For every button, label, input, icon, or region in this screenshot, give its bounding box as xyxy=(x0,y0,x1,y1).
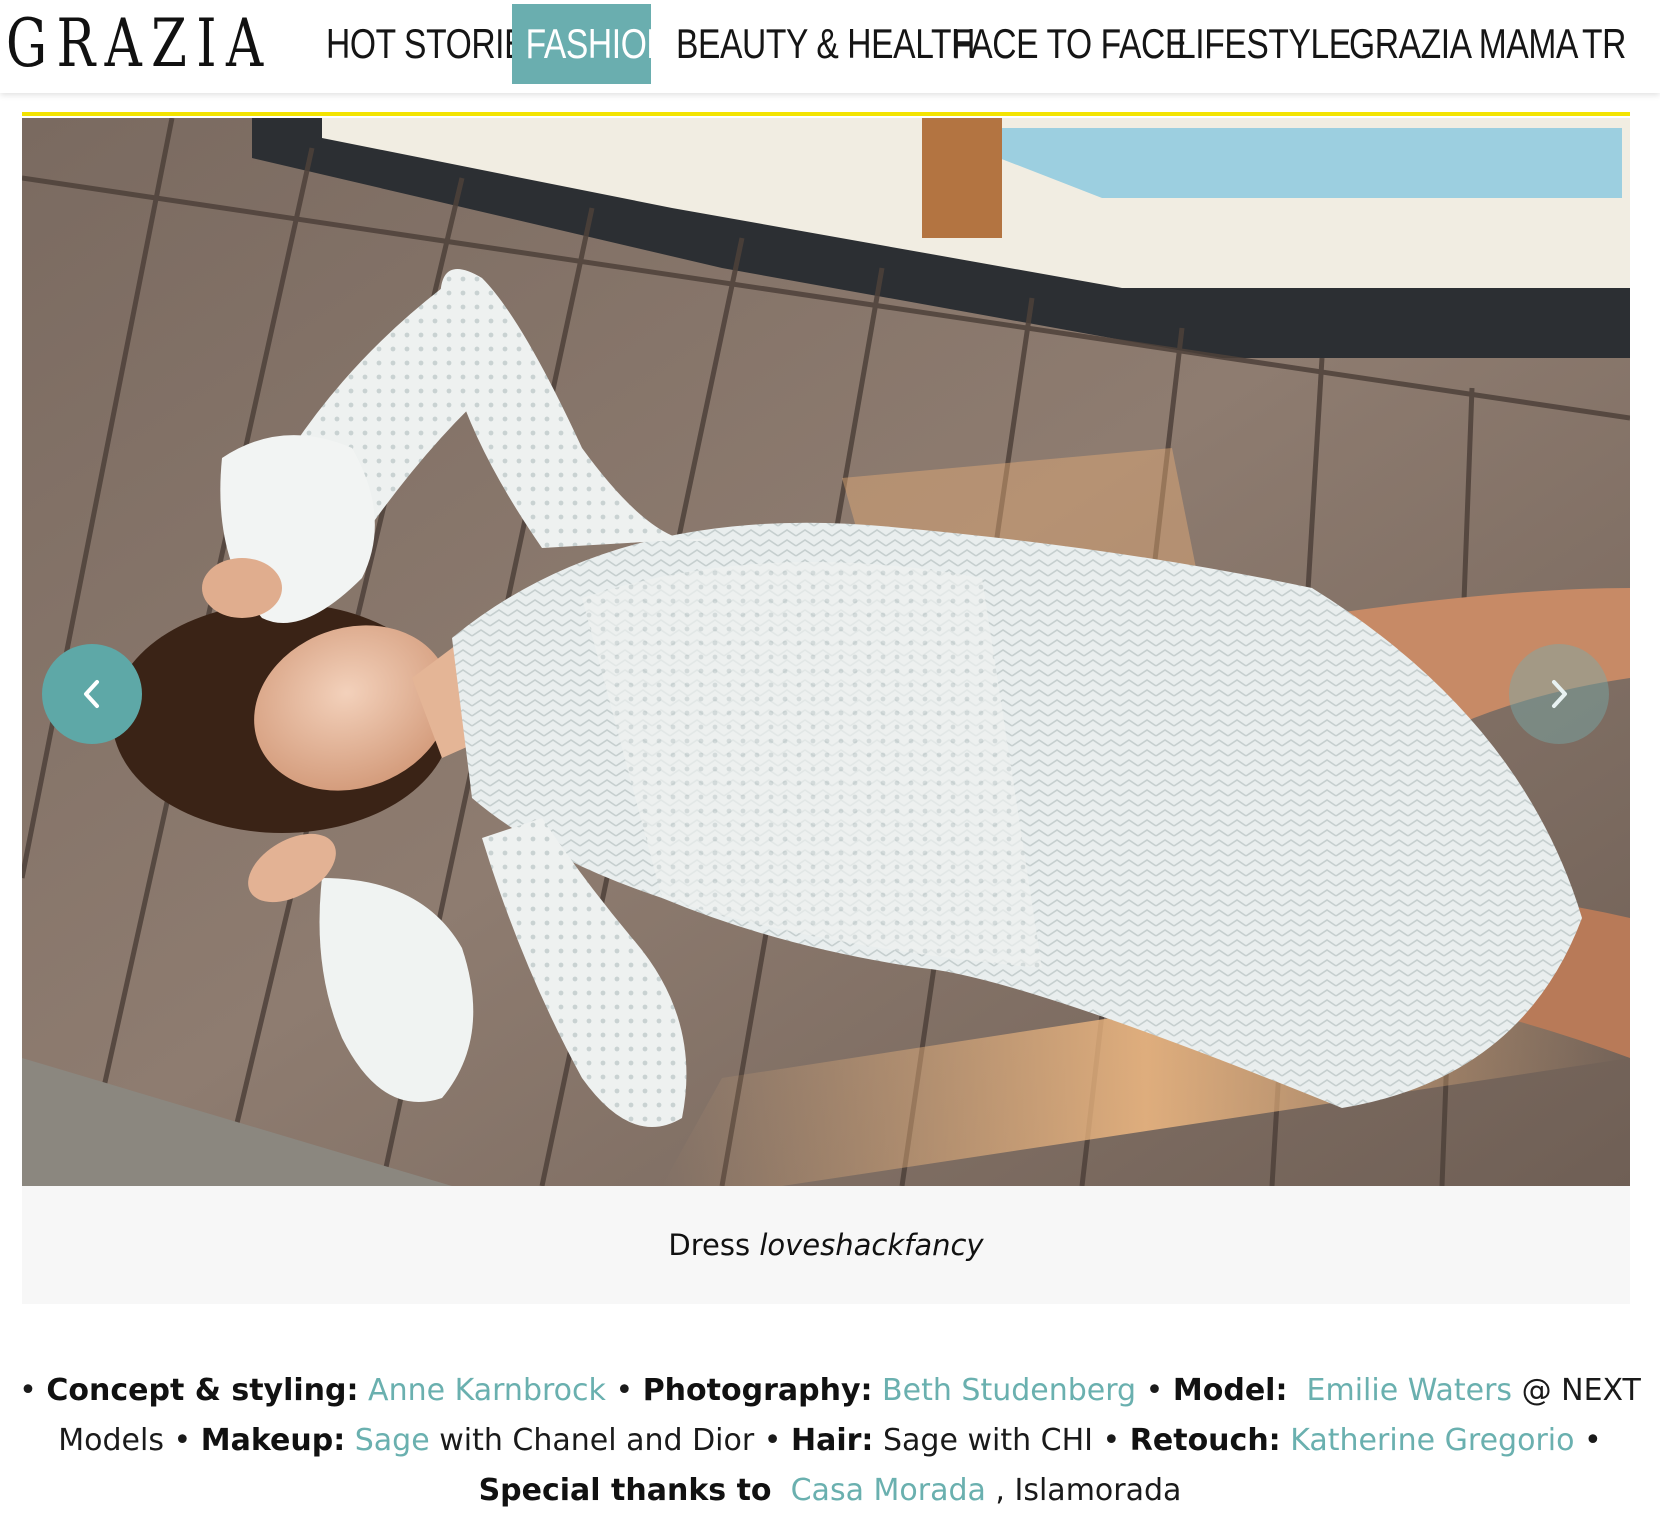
model-label: Model: xyxy=(1172,1373,1288,1408)
nav-label: HOT STORIES xyxy=(326,20,549,67)
bullet: • xyxy=(19,1373,37,1408)
bullet: • xyxy=(173,1423,192,1458)
hair-text: Sage with CHI xyxy=(882,1423,1093,1458)
concept-label: Concept & styling: xyxy=(46,1373,359,1408)
gallery-next-button[interactable] xyxy=(1509,644,1609,744)
photographer-link[interactable]: Beth Studenberg xyxy=(882,1373,1136,1408)
makeup-label: Makeup: xyxy=(200,1423,346,1458)
bullet: • xyxy=(763,1423,782,1458)
nav-label: LIFESTYLE xyxy=(1177,20,1351,67)
nav-item-grazia-mama[interactable]: GRAZIA MAMA xyxy=(1349,0,1582,93)
concept-link[interactable]: Anne Karnbrock xyxy=(368,1373,606,1408)
nav-label: TR xyxy=(1582,20,1626,67)
thanks-label: Special thanks to xyxy=(478,1473,772,1508)
nav-label: GRAZIA MAMA xyxy=(1349,20,1578,67)
gallery-photo xyxy=(22,118,1630,1186)
grazia-logo[interactable]: GRAZIA xyxy=(6,2,273,86)
nav-label: FASHION xyxy=(525,20,671,67)
caption-prefix: Dress xyxy=(668,1228,751,1262)
retouch-label: Retouch: xyxy=(1129,1423,1281,1458)
nav-item-lifestyle[interactable]: LIFESTYLE xyxy=(1177,0,1351,93)
nav-item-face-to-face[interactable]: FACE TO FACE xyxy=(952,0,1187,93)
photo-credits: • Concept & styling: Anne Karnbrock • Ph… xyxy=(18,1366,1642,1516)
model-link[interactable]: Emilie Waters xyxy=(1307,1373,1513,1408)
photo-label: Photography: xyxy=(642,1373,873,1408)
bullet: • xyxy=(1102,1423,1121,1458)
photo-gallery xyxy=(22,118,1630,1186)
photo-caption-box: Dress loveshackfancy xyxy=(22,1186,1630,1304)
thanks-place: , Islamorada xyxy=(995,1473,1182,1508)
bullet: • xyxy=(1584,1423,1602,1458)
bullet: • xyxy=(615,1373,634,1408)
makeup-text: with Chanel and Dior xyxy=(439,1423,755,1458)
nav-label: BEAUTY & HEALTH xyxy=(676,20,975,67)
caption-brand: loveshackfancy xyxy=(759,1228,984,1262)
nav-item-more[interactable]: TR xyxy=(1582,0,1642,93)
makeup-link[interactable]: Sage xyxy=(355,1423,430,1458)
accent-bar xyxy=(22,112,1630,116)
nav-item-fashion[interactable]: FASHION xyxy=(512,0,680,93)
nav-item-beauty-health[interactable]: BEAUTY & HEALTH xyxy=(676,0,975,93)
main-nav: HOT STORIES FASHION BEAUTY & HEALTH FACE… xyxy=(326,0,1642,93)
gallery-prev-button[interactable] xyxy=(42,644,142,744)
hair-label: Hair: xyxy=(791,1423,874,1458)
chevron-left-icon xyxy=(84,680,99,708)
photo-caption: Dress loveshackfancy xyxy=(668,1228,983,1262)
retoucher-link[interactable]: Katherine Gregorio xyxy=(1290,1423,1574,1458)
nav-item-hot-stories[interactable]: HOT STORIES xyxy=(326,0,549,93)
thanks-link[interactable]: Casa Morada xyxy=(791,1473,986,1508)
site-header: GRAZIA HOT STORIES FASHION BEAUTY & HEAL… xyxy=(0,0,1660,93)
chevron-right-icon xyxy=(1552,680,1567,708)
nav-label: FACE TO FACE xyxy=(952,20,1187,67)
bullet: • xyxy=(1145,1373,1164,1408)
